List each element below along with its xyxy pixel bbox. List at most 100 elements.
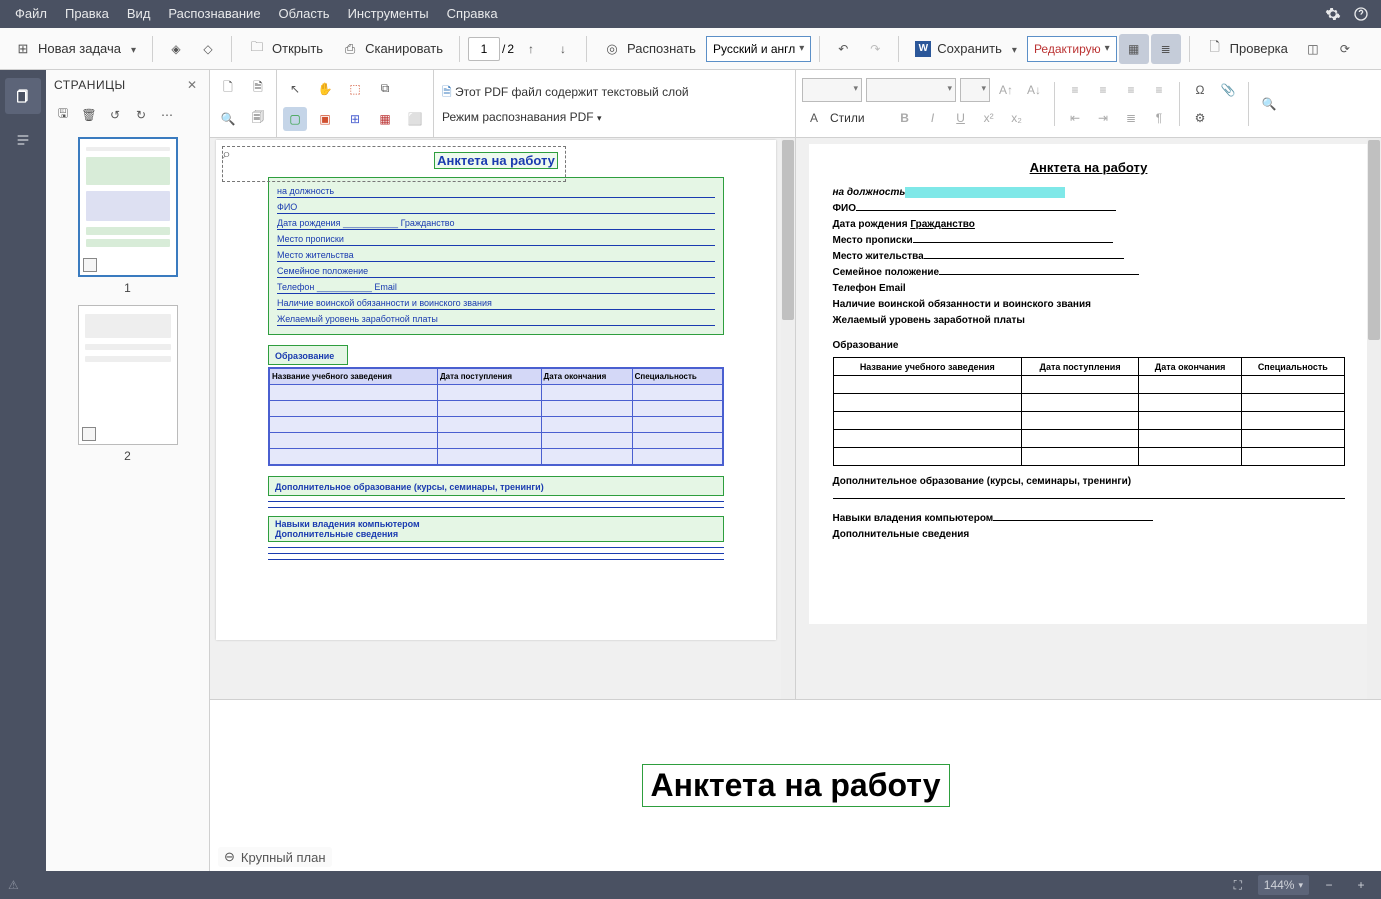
analyze-page-icon[interactable]: 🗎 — [246, 77, 270, 101]
check-button[interactable]: 🗋Проверка — [1198, 34, 1296, 64]
view-image-icon[interactable]: ▦ — [1119, 34, 1149, 64]
pc-area[interactable]: Навыки владения компьютеромДополнительны… — [268, 516, 724, 542]
symbol-icon[interactable]: Ω — [1188, 78, 1212, 102]
menubar: Файл Правка Вид Распознавание Область Ин… — [0, 0, 1381, 28]
zoom-area-icon[interactable]: 🔍 — [216, 107, 240, 131]
text-output-document[interactable]: Анктета на работу на должность ФИО Дата … — [809, 144, 1369, 624]
link-areas-icon[interactable]: ⧉ — [373, 77, 397, 101]
superscript-icon[interactable]: x² — [977, 106, 1001, 130]
language-select[interactable]: Русский и англ — [706, 36, 811, 62]
addedu-area[interactable]: Дополнительное образование (курсы, семин… — [268, 476, 724, 496]
menu-view[interactable]: Вид — [118, 0, 160, 28]
pdf-mode-select[interactable]: Режим распознавания PDF ▾ — [442, 110, 787, 124]
pages-tab-icon[interactable] — [5, 78, 41, 114]
view-text-icon[interactable]: ≣ — [1151, 34, 1181, 64]
attach-icon[interactable]: 📎 — [1216, 78, 1240, 102]
help-icon[interactable] — [1347, 0, 1375, 28]
status-zoom-select[interactable]: 144%▾ — [1258, 875, 1309, 895]
thumb-number: 1 — [78, 281, 178, 295]
style-label[interactable]: Стили — [830, 111, 865, 125]
status-zoom-out-icon[interactable]: − — [1317, 873, 1341, 897]
menu-file[interactable]: Файл — [6, 0, 56, 28]
paragraph-icon[interactable]: ¶ — [1147, 106, 1171, 130]
subscript-icon[interactable]: x₂ — [1005, 106, 1029, 130]
edit-mode-select[interactable]: Редактирую — [1027, 36, 1117, 62]
zoom-panel: Анктета на работу ⊖Крупный план — [210, 699, 1381, 871]
pdf-info-text: Этот PDF файл содержит текстовый слой — [455, 85, 689, 99]
menu-tools[interactable]: Инструменты — [339, 0, 438, 28]
open-button[interactable]: 🗀Открыть — [240, 34, 331, 64]
outline-tab-icon[interactable] — [5, 122, 41, 158]
italic-icon[interactable]: I — [921, 106, 945, 130]
align-justify-icon[interactable]: ≡ — [1147, 78, 1171, 102]
rotate-icon[interactable]: ⟳ — [1330, 34, 1360, 64]
text-area-icon[interactable]: ▢ — [283, 107, 307, 131]
text-toolbar: A↑ A↓ A Стили B I U x² x₂ ≡ ≡ — [796, 70, 1381, 138]
personal-info-area[interactable]: на должность ФИО Дата рождения _________… — [268, 177, 724, 335]
grow-font-icon[interactable]: A↑ — [994, 78, 1018, 102]
pages-panel: СТРАНИЦЫ ✕ 🖫 🗑 ↺ ↻ ⋯ 1 — [46, 70, 210, 871]
table-area-icon[interactable]: ⊞ — [343, 107, 367, 131]
crop-icon[interactable]: ◫ — [1298, 34, 1328, 64]
font-size-select[interactable] — [960, 78, 990, 102]
select-area-icon[interactable]: ⬚ — [343, 77, 367, 101]
page-up-icon[interactable]: ↑ — [516, 34, 546, 64]
status-zoom-in-icon[interactable]: + — [1349, 873, 1373, 897]
align-right-icon[interactable]: ≡ — [1119, 78, 1143, 102]
undo-icon[interactable]: ↶ — [828, 34, 858, 64]
page-number-input[interactable] — [468, 37, 500, 61]
pages-panel-title: СТРАНИЦЫ — [54, 78, 177, 92]
statusbar: ⚠ ⛶ 144%▾ − + — [0, 871, 1381, 899]
font-style-select[interactable] — [866, 78, 956, 102]
layer-up-icon[interactable]: ◇ — [193, 34, 223, 64]
scan-button[interactable]: ⎙Сканировать — [333, 34, 451, 64]
menu-help[interactable]: Справка — [438, 0, 507, 28]
save-button[interactable]: WСохранить — [907, 34, 1025, 64]
menu-edit[interactable]: Правка — [56, 0, 118, 28]
page-sep: / — [502, 42, 505, 56]
line-spacing-icon[interactable]: ≣ — [1119, 106, 1143, 130]
align-left-icon[interactable]: ≡ — [1063, 78, 1087, 102]
layer-down-icon[interactable]: ◈ — [161, 34, 191, 64]
delete-page-icon[interactable]: 🗑 — [80, 108, 98, 122]
status-fit-icon[interactable]: ⛶ — [1226, 873, 1250, 897]
edu-title-area[interactable]: Образование — [268, 345, 348, 365]
barcode-area-icon[interactable]: ▦ — [373, 107, 397, 131]
rotate-left-icon[interactable]: ↺ — [106, 108, 124, 122]
hand-icon[interactable]: ✋ — [313, 77, 337, 101]
recognize-button[interactable]: ◎Распознать — [595, 34, 704, 64]
background-area-icon[interactable]: ⬜ — [403, 107, 427, 131]
rotate-right-icon[interactable]: ↻ — [132, 108, 150, 122]
pdf-info-icon: 🗎 — [442, 85, 452, 99]
new-task-button[interactable]: ⊞Новая задача — [6, 34, 144, 64]
read-page-icon[interactable]: 🗋 — [216, 77, 240, 101]
pointer-icon[interactable]: ↖ — [283, 77, 307, 101]
shrink-font-icon[interactable]: A↓ — [1022, 78, 1046, 102]
edu-table-area[interactable]: Название учебного заведенияДата поступле… — [268, 367, 724, 466]
outdent-icon[interactable]: ⇤ — [1063, 106, 1087, 130]
menu-recognize[interactable]: Распознавание — [159, 0, 269, 28]
indent-icon[interactable]: ⇥ — [1091, 106, 1115, 130]
redo-icon[interactable]: ↷ — [860, 34, 890, 64]
bold-icon[interactable]: B — [893, 106, 917, 130]
image-toolbar: 🗋 🗎 🔍 🗐 ↖ ✋ ⬚ ⧉ ▢ ▣ ⊞ — [210, 70, 795, 138]
picture-area-icon[interactable]: ▣ — [313, 107, 337, 131]
search-icon[interactable]: 🔍 — [1257, 92, 1281, 116]
gear-icon[interactable] — [1319, 0, 1347, 28]
document-page-image[interactable]: ⌕ Анктета на работу на должность ФИО Дат… — [216, 140, 776, 640]
zoom-panel-toggle[interactable]: ⊖Крупный план — [218, 847, 332, 867]
align-center-icon[interactable]: ≡ — [1091, 78, 1115, 102]
page-thumb-2[interactable]: 2 — [78, 305, 178, 463]
close-pages-panel-icon[interactable]: ✕ — [183, 76, 201, 94]
menu-area[interactable]: Область — [270, 0, 339, 28]
warning-icon[interactable]: ⚠ — [8, 878, 19, 892]
settings-icon[interactable]: ⚙ — [1188, 106, 1212, 130]
thumb-number: 2 — [78, 449, 178, 463]
font-family-select[interactable] — [802, 78, 862, 102]
page-thumb-1[interactable]: 1 — [78, 137, 178, 295]
page-down-icon[interactable]: ↓ — [548, 34, 578, 64]
page-props-icon[interactable]: 🗐 — [246, 107, 270, 131]
save-pages-icon[interactable]: 🖫 — [54, 104, 72, 125]
more-icon[interactable]: ⋯ — [158, 108, 176, 122]
underline-icon[interactable]: U — [949, 106, 973, 130]
